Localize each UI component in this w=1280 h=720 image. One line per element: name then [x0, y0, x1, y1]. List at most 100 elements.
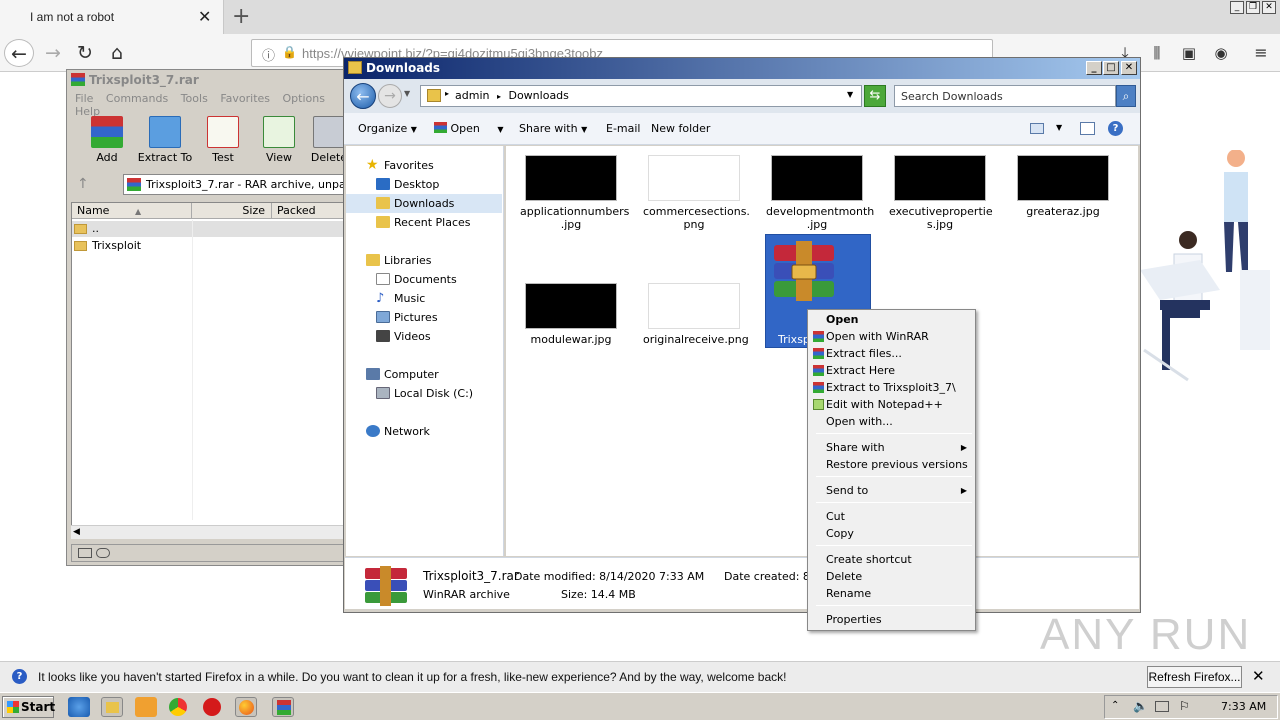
test-button[interactable]: Test: [195, 116, 251, 168]
horizontal-scrollbar[interactable]: ◀: [71, 525, 343, 539]
nav-favorites[interactable]: ★ Favorites: [346, 156, 502, 175]
minimize-icon[interactable]: _: [1230, 1, 1244, 14]
refresh-firefox-button[interactable]: Refresh Firefox...: [1147, 666, 1242, 688]
close-icon[interactable]: ✕: [1252, 667, 1265, 685]
forward-icon[interactable]: →: [378, 84, 402, 108]
volume-icon[interactable]: 🔈: [1133, 699, 1148, 713]
home-icon[interactable]: ⌂: [102, 39, 132, 67]
nav-videos[interactable]: Videos: [346, 327, 502, 346]
breadcrumb-downloads[interactable]: Downloads: [508, 89, 568, 102]
sidebar-icon[interactable]: ▣: [1174, 39, 1204, 67]
up-arrow-icon[interactable]: ↑: [77, 176, 89, 192]
col-name[interactable]: Name ▲: [72, 203, 192, 219]
extract-to-button[interactable]: Extract To: [137, 116, 193, 168]
scroll-left-icon[interactable]: ◀: [73, 527, 80, 537]
info-icon[interactable]: ⓘ: [262, 45, 275, 64]
col-size[interactable]: Size: [192, 203, 272, 219]
open-button[interactable]: Open ▼: [434, 122, 504, 135]
new-folder-button[interactable]: New folder: [651, 122, 710, 135]
ctx-cut[interactable]: Cut: [810, 508, 973, 525]
refresh-icon[interactable]: ⇆: [864, 85, 886, 107]
ctx-extract-files[interactable]: Extract files...: [810, 345, 973, 362]
new-tab-icon[interactable]: +: [232, 4, 250, 29]
explorer-taskbar-icon[interactable]: [101, 697, 123, 717]
list-item[interactable]: ..: [72, 221, 344, 237]
ctx-properties[interactable]: Properties: [810, 611, 973, 628]
menu-options[interactable]: Options: [283, 92, 325, 105]
ctx-extract-to[interactable]: Extract to Trixsploit3_7\: [810, 379, 973, 396]
history-dropdown-icon[interactable]: ▼: [404, 89, 410, 98]
ctx-delete[interactable]: Delete: [810, 568, 973, 585]
nav-documents[interactable]: Documents: [346, 270, 502, 289]
file-item[interactable]: commercesections. png: [643, 155, 750, 231]
menu-file[interactable]: File: [75, 92, 93, 105]
ctx-edit-notepad[interactable]: Edit with Notepad++: [810, 396, 973, 413]
library-icon[interactable]: ⫼: [1142, 39, 1172, 67]
view-icon[interactable]: [1030, 123, 1044, 134]
nav-desktop[interactable]: Desktop: [346, 175, 502, 194]
nav-libraries[interactable]: Libraries: [346, 251, 502, 270]
menu-commands[interactable]: Commands: [106, 92, 168, 105]
address-bar[interactable]: ▸ admin ▸ Downloads ▼: [420, 85, 862, 107]
chrome-icon[interactable]: [169, 698, 187, 716]
forward-icon[interactable]: →: [38, 39, 68, 67]
file-item[interactable]: developmentmonth .jpg: [766, 155, 874, 231]
explorer-titlebar[interactable]: Downloads _ □ ✕: [344, 58, 1140, 79]
address-dropdown-icon[interactable]: ▼: [847, 90, 853, 99]
nav-computer[interactable]: Computer: [346, 365, 502, 384]
view-dropdown-icon[interactable]: ▼: [1056, 123, 1062, 132]
browser-tab[interactable]: I am not a robot ✕: [0, 0, 224, 34]
back-icon[interactable]: ←: [350, 83, 376, 109]
add-button[interactable]: Add: [79, 116, 135, 168]
breadcrumb-admin[interactable]: admin: [455, 89, 489, 102]
nav-downloads[interactable]: Downloads: [346, 194, 502, 213]
tray-expand-icon[interactable]: ⌃: [1111, 700, 1119, 711]
search-input[interactable]: Search Downloads: [894, 85, 1116, 107]
nav-pictures[interactable]: Pictures: [346, 308, 502, 327]
file-item[interactable]: modulewar.jpg: [520, 283, 622, 346]
opera-icon[interactable]: [203, 698, 221, 716]
ctx-open-with-winrar[interactable]: Open with WinRAR: [810, 328, 973, 345]
ctx-extract-here[interactable]: Extract Here: [810, 362, 973, 379]
help-icon[interactable]: ?: [1108, 121, 1123, 136]
nav-local-disk[interactable]: Local Disk (C:): [346, 384, 502, 403]
minimize-icon[interactable]: _: [1086, 61, 1102, 75]
action-center-flag-icon[interactable]: ⚐: [1179, 699, 1190, 713]
media-player-icon[interactable]: [135, 697, 157, 717]
maximize-icon[interactable]: □: [1103, 61, 1119, 75]
ctx-open[interactable]: Open: [810, 311, 973, 328]
back-icon[interactable]: ←: [4, 39, 34, 67]
restore-icon[interactable]: ❐: [1246, 1, 1260, 14]
preview-pane-icon[interactable]: [1080, 122, 1095, 135]
close-icon[interactable]: ✕: [1121, 61, 1137, 75]
list-item[interactable]: Trixsploit: [72, 238, 188, 254]
ctx-open-with[interactable]: Open with...: [810, 413, 973, 430]
menu-icon[interactable]: ≡: [1246, 39, 1276, 67]
share-with-button[interactable]: Share with ▼: [519, 122, 587, 135]
organize-button[interactable]: Organize ▼: [358, 122, 417, 135]
view-button[interactable]: View: [251, 116, 307, 168]
col-packed[interactable]: Packed: [272, 203, 348, 219]
menu-favorites[interactable]: Favorites: [220, 92, 270, 105]
ctx-rename[interactable]: Rename: [810, 585, 973, 602]
winrar-taskbar-icon[interactable]: [272, 697, 294, 717]
nav-recent-places[interactable]: Recent Places: [346, 213, 502, 232]
start-button[interactable]: Start: [2, 696, 55, 718]
close-icon[interactable]: ✕: [1262, 1, 1276, 14]
ctx-create-shortcut[interactable]: Create shortcut: [810, 551, 973, 568]
search-icon[interactable]: ⌕: [1116, 85, 1136, 107]
firefox-taskbar-icon[interactable]: [235, 697, 257, 717]
ctx-restore-versions[interactable]: Restore previous versions: [810, 456, 973, 473]
nav-music[interactable]: ♪ Music: [346, 289, 502, 308]
file-item[interactable]: originalreceive.png: [643, 283, 749, 346]
reload-icon[interactable]: ↻: [70, 39, 100, 67]
file-item[interactable]: greateraz.jpg: [1012, 155, 1114, 218]
winrar-path-field[interactable]: Trixsploit3_7.rar - RAR archive, unpacke…: [123, 174, 349, 195]
account-icon[interactable]: ◉: [1206, 39, 1236, 67]
winrar-titlebar[interactable]: Trixsploit3_7.rar: [67, 70, 351, 89]
ctx-share-with[interactable]: Share with ▶: [810, 439, 973, 456]
email-button[interactable]: E-mail: [606, 122, 641, 135]
ctx-copy[interactable]: Copy: [810, 525, 973, 542]
clock[interactable]: 7:33 AM: [1221, 700, 1266, 713]
network-tray-icon[interactable]: [1155, 701, 1169, 712]
